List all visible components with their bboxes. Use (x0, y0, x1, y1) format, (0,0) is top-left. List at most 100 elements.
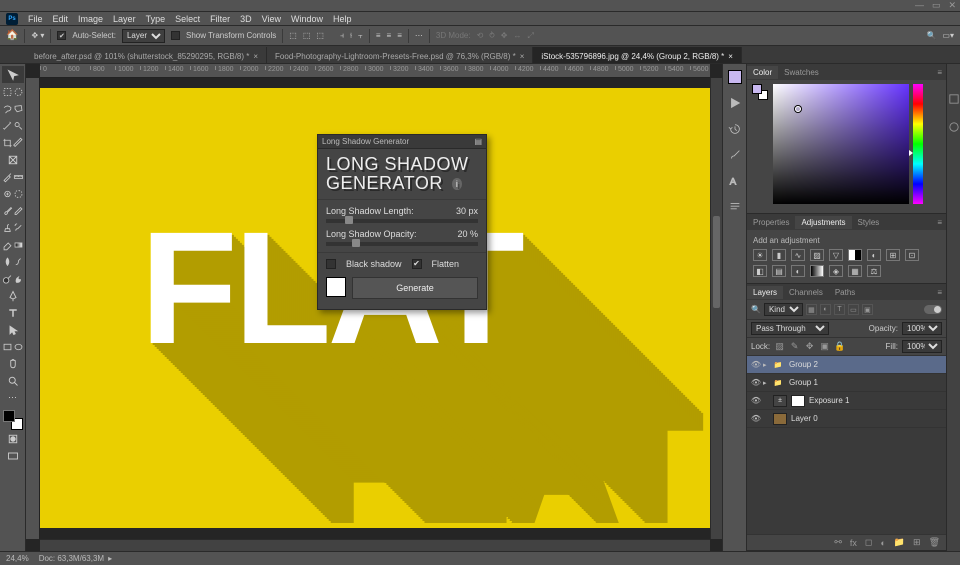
menu-file[interactable]: File (28, 14, 43, 24)
layer-opacity-input[interactable]: 100% (902, 322, 942, 335)
rectangle-tool[interactable] (2, 341, 13, 353)
pencil-tool[interactable] (13, 205, 24, 217)
blend-mode-select[interactable]: Pass Through (751, 322, 829, 335)
blur-tool[interactable] (2, 256, 13, 268)
zoom-tool[interactable] (2, 372, 24, 389)
menu-3d[interactable]: 3D (240, 14, 252, 24)
lock-pixels-icon[interactable]: ✎ (789, 341, 800, 352)
properties-tab[interactable]: Properties (747, 216, 795, 229)
invert-adjustment-icon[interactable]: ◧ (753, 265, 767, 277)
doc-size-flyout[interactable]: ▸ (108, 554, 112, 563)
color-tab[interactable]: Color (747, 66, 778, 79)
color-field[interactable] (773, 84, 909, 204)
menu-edit[interactable]: Edit (53, 14, 69, 24)
win-minimize[interactable]: — (915, 0, 924, 11)
panel-menu-icon[interactable]: ≡ (933, 218, 946, 227)
doc-size[interactable]: Doc: 63,3M/63,3M (39, 554, 104, 563)
long-shadow-generator-panel[interactable]: Long Shadow Generator ▤ LONG SHADOWGENER… (317, 134, 487, 310)
color-swatch-icon[interactable] (728, 70, 742, 84)
vibrance-adjustment-icon[interactable]: ▽ (829, 249, 843, 261)
layer-row[interactable]: 👁 ▸ 📁 Group 2 (747, 356, 946, 374)
document-tab[interactable]: before_after.psd @ 101% (shutterstock_85… (26, 47, 267, 63)
distribute-icon-3[interactable]: ≡ (397, 31, 402, 40)
gradient-tool[interactable] (13, 239, 24, 251)
distribute-icon-2[interactable]: ≡ (387, 31, 392, 40)
character-icon[interactable]: A (728, 174, 742, 188)
foreground-background-colors[interactable] (3, 410, 23, 430)
eraser-tool[interactable] (2, 239, 13, 251)
layer-name[interactable]: Group 2 (789, 360, 818, 369)
patch-tool[interactable] (13, 188, 24, 200)
plugin-title-bar[interactable]: Long Shadow Generator ▤ (318, 135, 486, 149)
burn-tool[interactable] (13, 273, 24, 285)
menu-filter[interactable]: Filter (210, 14, 230, 24)
paragraph-icon[interactable] (728, 200, 742, 214)
visibility-toggle[interactable]: 👁 (749, 396, 763, 405)
zoom-value[interactable]: 24,4% (6, 554, 29, 563)
photo-filter-icon[interactable]: ◐ (867, 249, 881, 261)
spot-heal-tool[interactable] (2, 188, 13, 200)
info-icon[interactable]: i (452, 178, 463, 190)
flatten-checkbox[interactable]: ✔ (412, 259, 422, 269)
screen-mode-toggle[interactable] (2, 447, 24, 464)
layer-row[interactable]: 👁 ± Exposure 1 (747, 392, 946, 410)
menu-layer[interactable]: Layer (113, 14, 136, 24)
edit-toolbar[interactable]: ⋯ (2, 389, 24, 406)
fg-bg-swatch[interactable] (752, 84, 768, 100)
layer-row[interactable]: 👁 ▸ 📁 Group 1 (747, 374, 946, 392)
channel-mixer-icon[interactable]: ⊞ (886, 249, 900, 261)
generate-button[interactable]: Generate (352, 277, 478, 299)
color-balance-icon[interactable]: ⚖ (867, 265, 881, 277)
paths-tab[interactable]: Paths (829, 286, 861, 299)
document-tab[interactable]: iStock-535796896.jpg @ 24,4% (Group 2, R… (533, 47, 742, 63)
move-tool[interactable] (2, 66, 24, 83)
posterize-adjustment-icon[interactable]: ▤ (772, 265, 786, 277)
filter-shape-icon[interactable]: ▭ (848, 304, 859, 315)
scale-3d-icon[interactable]: ⤢ (527, 31, 533, 41)
auto-select-checkbox[interactable]: ✔ (57, 31, 66, 40)
horizontal-scrollbar[interactable] (40, 539, 710, 551)
clone-stamp-tool[interactable] (2, 222, 13, 234)
exposure-adjustment-icon[interactable]: ▨ (810, 249, 824, 261)
home-icon[interactable]: 🏠 (6, 30, 18, 41)
ellipse-marquee-tool[interactable] (13, 86, 24, 98)
roll-3d-icon[interactable]: ⥁ (489, 31, 494, 40)
styles-tab[interactable]: Styles (852, 216, 886, 229)
menu-type[interactable]: Type (146, 14, 166, 24)
lock-position-icon[interactable]: ✥ (804, 341, 815, 352)
filter-toggle[interactable] (924, 305, 942, 314)
brush-tool[interactable] (2, 205, 13, 217)
gradient-map-icon[interactable] (810, 265, 824, 277)
layer-row[interactable]: 👁 Layer 0 (747, 410, 946, 428)
black-shadow-checkbox[interactable] (326, 259, 336, 269)
menu-image[interactable]: Image (78, 14, 103, 24)
layer-name[interactable]: Group 1 (789, 378, 818, 387)
type-tool[interactable] (2, 304, 24, 321)
group-twisty[interactable]: ▸ (763, 379, 771, 387)
vertical-scrollbar[interactable] (710, 78, 722, 539)
slice-tool[interactable] (13, 137, 24, 149)
dodge-tool[interactable] (2, 273, 13, 285)
layer-style-icon[interactable]: fx (850, 538, 857, 548)
new-fill-layer-icon[interactable]: ◐ (880, 538, 885, 548)
history-icon[interactable] (728, 122, 742, 136)
visibility-toggle[interactable]: 👁 (749, 360, 763, 369)
opacity-slider[interactable] (326, 242, 478, 246)
close-tab-icon[interactable]: × (253, 52, 258, 61)
layer-mask-thumb[interactable] (791, 395, 805, 407)
align-bottom-icon[interactable]: ⬚ (316, 31, 324, 40)
align-hcenter-icon[interactable]: ⫮ (350, 31, 352, 41)
panel-menu-icon[interactable]: ≡ (933, 68, 946, 77)
hue-slider[interactable] (913, 84, 923, 204)
layer-name[interactable]: Exposure 1 (809, 396, 849, 405)
menu-view[interactable]: View (262, 14, 281, 24)
selective-color-icon[interactable]: ◈ (829, 265, 843, 277)
hand-tool[interactable] (2, 355, 24, 372)
length-slider[interactable] (326, 219, 478, 223)
group-twisty[interactable]: ▸ (763, 361, 771, 369)
filter-pixel-icon[interactable]: ▦ (806, 304, 817, 315)
quick-select-tool[interactable] (13, 120, 24, 132)
close-tab-icon[interactable]: × (520, 52, 525, 61)
filter-smart-icon[interactable]: ▣ (862, 304, 873, 315)
shadow-color-swatch[interactable] (326, 277, 346, 297)
